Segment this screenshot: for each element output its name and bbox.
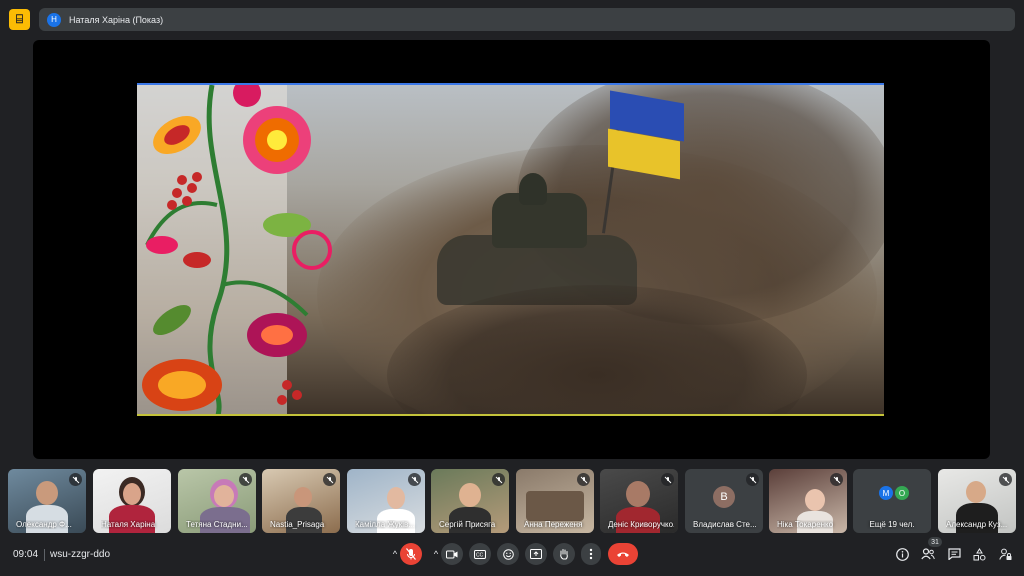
person-head (294, 487, 312, 507)
presentation-stage (33, 40, 990, 459)
mic-off-icon (577, 473, 590, 486)
mic-off-icon (746, 473, 759, 486)
participant-avatar: М (879, 486, 893, 500)
mic-off-icon (323, 473, 336, 486)
mic-off-icon (408, 473, 421, 486)
participant-tile[interactable]: Наталя Харіна (93, 469, 171, 533)
participant-name: Олександр Ф... (16, 520, 72, 529)
more-options-button[interactable] (581, 543, 601, 565)
meet-logo-icon[interactable]: ⌸ (9, 9, 30, 30)
people-icon (921, 548, 935, 560)
mic-off-icon (830, 473, 843, 486)
participant-tile[interactable]: Камілла Жуків... (347, 469, 425, 533)
closed-captions-icon: CC (474, 549, 486, 559)
host-controls-button[interactable] (997, 546, 1013, 562)
person-head (36, 481, 58, 505)
participant-name: Тетяна Стадни... (186, 520, 248, 529)
end-call-icon (617, 552, 629, 557)
participant-tile[interactable]: Сергій Присяга (431, 469, 509, 533)
participant-strip: Олександр Ф... Наталя Харіна Тетяна Стад… (0, 466, 1024, 536)
participant-avatar: О (895, 486, 909, 500)
more-participants-tile[interactable]: М О Ещё 19 чел. (853, 469, 931, 533)
mic-off-icon (661, 473, 674, 486)
participant-name: Деніс Криворучко... (608, 520, 674, 529)
participant-tile[interactable]: Ніка Токаренко (769, 469, 847, 533)
meeting-clock: 09:04 (13, 549, 39, 560)
meeting-code: wsu-zzgr-ddo (50, 549, 111, 560)
participant-name: Ніка Токаренко (777, 520, 834, 529)
participant-tile[interactable]: Анна Переженя (516, 469, 594, 533)
person-head (214, 485, 234, 507)
emoji-icon (502, 548, 514, 560)
participant-name: Наталя Харіна (101, 520, 156, 529)
captions-button[interactable]: CC (469, 543, 491, 565)
participant-tile[interactable]: Nastia_Prisaga (262, 469, 340, 533)
svg-text:CC: CC (476, 552, 484, 558)
mic-off-icon (69, 473, 82, 486)
room-interior (526, 491, 584, 521)
participant-name: Анна Переженя (524, 520, 583, 529)
person-head (387, 487, 405, 509)
more-vertical-icon (589, 548, 593, 560)
more-participants-label: Ещё 19 чел. (869, 520, 915, 529)
raise-hand-button[interactable] (553, 543, 575, 565)
info-icon (895, 547, 909, 561)
presenter-avatar: Н (47, 12, 61, 27)
participant-tile[interactable]: Деніс Криворучко... (600, 469, 678, 533)
camera-icon (446, 550, 458, 558)
lock-person-icon (998, 548, 1011, 560)
meeting-details-button[interactable] (894, 546, 910, 562)
person-head (123, 483, 141, 505)
participant-name: Владислав Сте... (693, 520, 757, 529)
participant-avatar: В (713, 486, 735, 508)
participant-tile[interactable]: В Владислав Сте... (685, 469, 763, 533)
activities-shapes-icon (973, 547, 985, 560)
raise-hand-icon (560, 549, 568, 560)
participant-name: Сергій Присяга (439, 520, 496, 529)
present-screen-icon (530, 549, 542, 559)
leave-call-button[interactable] (608, 543, 638, 565)
person-head (459, 483, 481, 507)
mic-off-icon (492, 473, 505, 486)
presenter-title: Наталя Харіна (Показ) (69, 14, 164, 25)
top-bar: ⌸ Н Наталя Харіна (Показ) (0, 0, 1024, 38)
shared-slide-image (137, 83, 884, 416)
soldier-shape (519, 173, 547, 205)
divider (44, 549, 45, 561)
participant-tile[interactable]: Тетяна Стадни... (178, 469, 256, 533)
chat-icon (947, 548, 961, 560)
mic-off-icon (999, 473, 1012, 486)
participant-tile[interactable]: Александр Куз... (938, 469, 1016, 533)
more-avatars-group: М О (879, 486, 911, 500)
floral-ornament-illustration (137, 85, 332, 414)
mic-off-icon (239, 473, 252, 486)
reactions-button[interactable] (497, 543, 519, 565)
participant-count-badge: 31 (928, 537, 942, 547)
activities-button[interactable] (971, 546, 987, 562)
bottom-control-bar: 09:04 wsu-zzgr-ddo ^ ^ CC (0, 538, 1024, 576)
presenter-banner: Н Наталя Харіна (Показ) (39, 8, 1015, 31)
chat-button[interactable] (946, 546, 962, 562)
participant-name: Камілла Жуків... (355, 520, 415, 529)
people-button[interactable] (920, 546, 936, 562)
mic-off-icon (406, 548, 416, 560)
microphone-toggle-button[interactable] (400, 543, 422, 565)
person-head (626, 481, 650, 507)
participant-name: Александр Куз... (946, 520, 1008, 529)
person-head (805, 489, 825, 511)
camera-toggle-button[interactable] (441, 543, 463, 565)
person-head (966, 481, 986, 503)
present-screen-button[interactable] (525, 543, 547, 565)
participant-tile[interactable]: Олександр Ф... (8, 469, 86, 533)
participant-name: Nastia_Prisaga (270, 520, 325, 529)
